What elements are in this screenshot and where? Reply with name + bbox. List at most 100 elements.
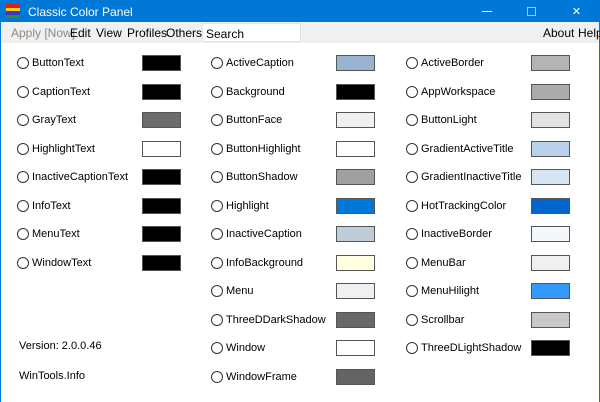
color-swatch-menubar[interactable] [531, 255, 570, 271]
color-option-graytext[interactable]: GrayText [17, 113, 137, 129]
color-swatch-windowtext[interactable] [142, 255, 181, 271]
menu-help[interactable]: Help [578, 26, 600, 40]
color-option-menuhilight[interactable]: MenuHilight [406, 284, 526, 300]
color-option-highlight[interactable]: Highlight [211, 199, 331, 215]
color-swatch-buttonhighlight[interactable] [336, 141, 375, 157]
color-option-inactivecaption[interactable]: InactiveCaption [211, 227, 331, 243]
color-swatch-gradientinactivetitle[interactable] [531, 169, 570, 185]
radio-button[interactable] [211, 342, 223, 354]
color-swatch-windowframe[interactable] [336, 369, 375, 385]
color-option-buttontext[interactable]: ButtonText [17, 56, 137, 72]
color-option-inactivecaptiontext[interactable]: InactiveCaptionText [17, 170, 137, 186]
color-swatch-background[interactable] [336, 84, 375, 100]
color-swatch-activecaption[interactable] [336, 55, 375, 71]
color-swatch-graytext[interactable] [142, 112, 181, 128]
color-swatch-highlight[interactable] [336, 198, 375, 214]
radio-button[interactable] [211, 228, 223, 240]
radio-button[interactable] [17, 57, 29, 69]
maximize-button[interactable] [509, 1, 554, 22]
radio-button[interactable] [17, 143, 29, 155]
radio-button[interactable] [211, 171, 223, 183]
radio-button[interactable] [17, 114, 29, 126]
radio-button[interactable] [406, 114, 418, 126]
radio-button[interactable] [406, 86, 418, 98]
search-input[interactable] [202, 23, 301, 42]
color-swatch-window[interactable] [336, 340, 375, 356]
color-swatch-appworkspace[interactable] [531, 84, 570, 100]
radio-button[interactable] [211, 114, 223, 126]
radio-button[interactable] [17, 228, 29, 240]
menu-apply-now[interactable]: Apply [Now] [11, 26, 75, 40]
color-option-scrollbar[interactable]: Scrollbar [406, 313, 526, 329]
menu-edit[interactable]: Edit [70, 26, 91, 40]
menu-view[interactable]: View [96, 26, 122, 40]
radio-button[interactable] [406, 200, 418, 212]
radio-button[interactable] [406, 171, 418, 183]
color-option-infobackground[interactable]: InfoBackground [211, 256, 331, 272]
color-option-inactiveborder[interactable]: InactiveBorder [406, 227, 526, 243]
color-swatch-hottrackingcolor[interactable] [531, 198, 570, 214]
radio-button[interactable] [406, 143, 418, 155]
color-swatch-infobackground[interactable] [336, 255, 375, 271]
color-option-activeborder[interactable]: ActiveBorder [406, 56, 526, 72]
radio-button[interactable] [17, 200, 29, 212]
color-swatch-scrollbar[interactable] [531, 312, 570, 328]
radio-button[interactable] [211, 143, 223, 155]
color-option-buttonface[interactable]: ButtonFace [211, 113, 331, 129]
radio-button[interactable] [211, 257, 223, 269]
minimize-button[interactable] [464, 1, 509, 22]
radio-button[interactable] [17, 257, 29, 269]
color-option-hottrackingcolor[interactable]: HotTrackingColor [406, 199, 526, 215]
site-link[interactable]: WinTools.Info [19, 370, 85, 382]
title-bar[interactable]: Classic Color Panel ✕ [1, 1, 599, 22]
radio-button[interactable] [211, 86, 223, 98]
color-swatch-menu[interactable] [336, 283, 375, 299]
radio-button[interactable] [211, 285, 223, 297]
color-option-appworkspace[interactable]: AppWorkspace [406, 85, 526, 101]
radio-button[interactable] [17, 171, 29, 183]
color-option-windowtext[interactable]: WindowText [17, 256, 137, 272]
color-swatch-infotext[interactable] [142, 198, 181, 214]
color-option-gradientactivetitle[interactable]: GradientActiveTitle [406, 142, 526, 158]
close-button[interactable]: ✕ [554, 1, 599, 22]
color-swatch-threeddarkshadow[interactable] [336, 312, 375, 328]
color-option-buttonlight[interactable]: ButtonLight [406, 113, 526, 129]
color-option-gradientinactivetitle[interactable]: GradientInactiveTitle [406, 170, 526, 186]
color-option-captiontext[interactable]: CaptionText [17, 85, 137, 101]
color-swatch-gradientactivetitle[interactable] [531, 141, 570, 157]
radio-button[interactable] [17, 86, 29, 98]
color-option-buttonhighlight[interactable]: ButtonHighlight [211, 142, 331, 158]
color-swatch-inactivecaption[interactable] [336, 226, 375, 242]
color-swatch-inactivecaptiontext[interactable] [142, 169, 181, 185]
radio-button[interactable] [406, 285, 418, 297]
color-option-threeddarkshadow[interactable]: ThreeDDarkShadow [211, 313, 331, 329]
color-swatch-buttonlight[interactable] [531, 112, 570, 128]
color-swatch-inactiveborder[interactable] [531, 226, 570, 242]
color-swatch-menutext[interactable] [142, 226, 181, 242]
color-swatch-buttonface[interactable] [336, 112, 375, 128]
radio-button[interactable] [211, 314, 223, 326]
color-swatch-highlighttext[interactable] [142, 141, 181, 157]
radio-button[interactable] [406, 57, 418, 69]
radio-button[interactable] [211, 57, 223, 69]
radio-button[interactable] [406, 228, 418, 240]
color-option-infotext[interactable]: InfoText [17, 199, 137, 215]
color-option-background[interactable]: Background [211, 85, 331, 101]
color-option-menu[interactable]: Menu [211, 284, 331, 300]
menu-others[interactable]: Others [166, 26, 202, 40]
color-option-buttonshadow[interactable]: ButtonShadow [211, 170, 331, 186]
color-swatch-activeborder[interactable] [531, 55, 570, 71]
color-option-highlighttext[interactable]: HighlightText [17, 142, 137, 158]
color-swatch-buttonshadow[interactable] [336, 169, 375, 185]
menu-about[interactable]: About [543, 26, 574, 40]
color-option-window[interactable]: Window [211, 341, 331, 357]
radio-button[interactable] [211, 371, 223, 383]
color-option-threedlightshadow[interactable]: ThreeDLightShadow [406, 341, 526, 357]
radio-button[interactable] [406, 314, 418, 326]
menu-profiles[interactable]: Profiles [127, 26, 167, 40]
color-swatch-threedlightshadow[interactable] [531, 340, 570, 356]
color-option-windowframe[interactable]: WindowFrame [211, 370, 331, 386]
radio-button[interactable] [406, 257, 418, 269]
color-swatch-menuhilight[interactable] [531, 283, 570, 299]
radio-button[interactable] [211, 200, 223, 212]
